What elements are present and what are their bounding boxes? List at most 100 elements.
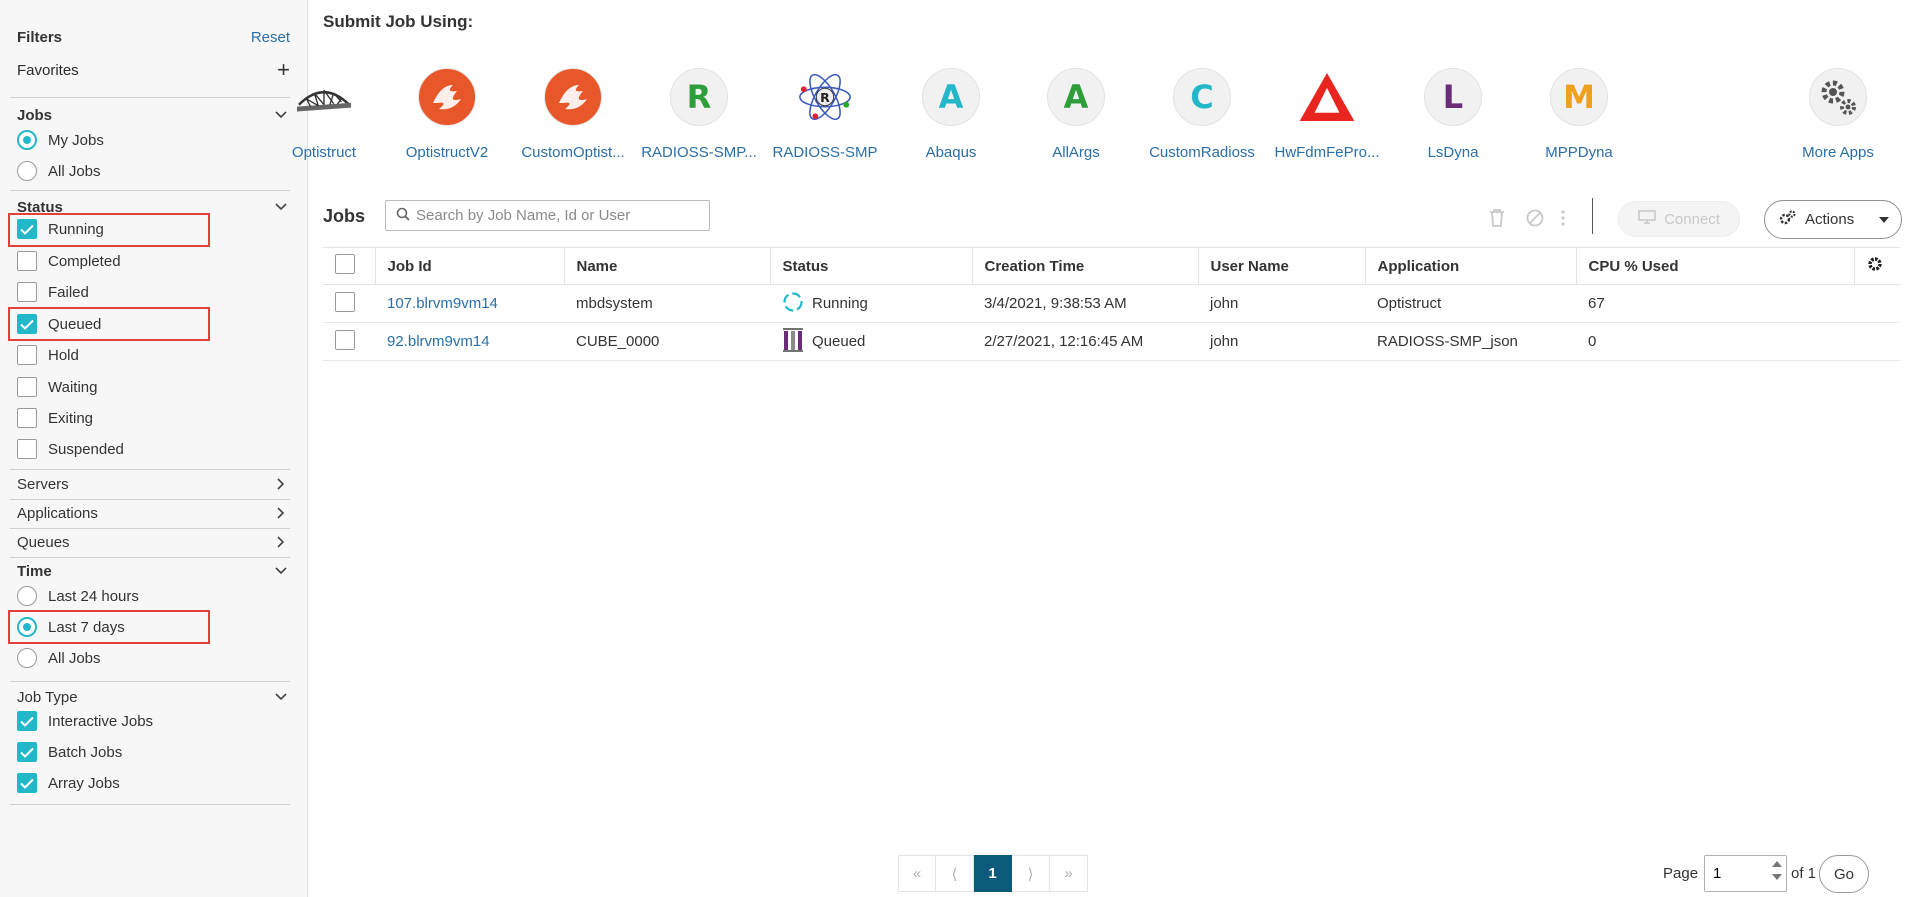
checkbox[interactable]: [17, 251, 37, 271]
column-header-job-id[interactable]: Job Id: [374, 247, 564, 285]
jobs-section-header[interactable]: Jobs: [17, 104, 290, 126]
radio-button[interactable]: [17, 130, 37, 150]
app-allargs[interactable]: A AllArgs: [1014, 68, 1138, 161]
go-button[interactable]: Go: [1819, 855, 1869, 893]
checkbox[interactable]: [17, 711, 37, 731]
favorites-label: Favorites: [17, 61, 79, 79]
status-option-suspended[interactable]: Suspended: [17, 436, 124, 462]
app-optistruct[interactable]: Optistruct: [262, 68, 386, 161]
app-radioss-smp-json[interactable]: R RADIOSS-SMP...: [637, 68, 761, 161]
chevron-down-icon[interactable]: [272, 198, 290, 216]
time-option-last-7-days[interactable]: Last 7 days: [17, 614, 125, 640]
status-option-completed[interactable]: Completed: [17, 248, 121, 274]
checkbox[interactable]: [17, 773, 37, 793]
queues-section-header[interactable]: Queues: [17, 531, 290, 553]
delete-icon[interactable]: [1487, 208, 1507, 228]
cancel-icon[interactable]: [1525, 208, 1545, 228]
app-hwfdmfepro[interactable]: HwFdmFePro...: [1265, 68, 1389, 161]
status-option-hold[interactable]: Hold: [17, 342, 79, 368]
job-type-option-interactive[interactable]: Interactive Jobs: [17, 708, 153, 734]
app-more-apps[interactable]: More Apps: [1776, 68, 1900, 161]
pagination: « ⟨ 1 ⟩ »: [898, 855, 1088, 892]
connect-button[interactable]: Connect: [1618, 201, 1740, 237]
last-page-button[interactable]: »: [1050, 855, 1088, 892]
checkbox[interactable]: [17, 408, 37, 428]
checkbox[interactable]: [17, 219, 37, 239]
next-page-button[interactable]: ⟩: [1012, 855, 1050, 892]
time-option-last-24-hours[interactable]: Last 24 hours: [17, 583, 139, 609]
chevron-down-icon[interactable]: [272, 562, 290, 580]
spin-up-icon[interactable]: [1772, 861, 1782, 867]
servers-section-header[interactable]: Servers: [17, 473, 290, 495]
status-option-exiting[interactable]: Exiting: [17, 405, 93, 431]
favorites-row[interactable]: Favorites +: [17, 58, 290, 82]
time-section-header[interactable]: Time: [17, 560, 290, 582]
status-option-running[interactable]: Running: [17, 216, 104, 242]
status-option-queued[interactable]: Queued: [17, 311, 101, 337]
first-page-button[interactable]: «: [898, 855, 936, 892]
app-radioss-smp[interactable]: R RADIOSS-SMP: [763, 68, 887, 161]
row-checkbox[interactable]: [335, 291, 355, 312]
column-settings-header[interactable]: [1853, 247, 1900, 285]
page-stepper[interactable]: [1704, 855, 1787, 892]
row-select-cell[interactable]: [323, 322, 375, 361]
status-option-failed[interactable]: Failed: [17, 279, 89, 305]
column-header-creation-time[interactable]: Creation Time: [971, 247, 1198, 285]
prev-page-button[interactable]: ⟨: [936, 855, 974, 892]
applications-section-header[interactable]: Applications: [17, 502, 290, 524]
job-type-option-array[interactable]: Array Jobs: [17, 770, 120, 796]
checkbox[interactable]: [17, 377, 37, 397]
chevron-down-icon[interactable]: [272, 688, 290, 706]
reset-link[interactable]: Reset: [251, 29, 290, 46]
app-customradioss[interactable]: C CustomRadioss: [1140, 68, 1264, 161]
page-number-button[interactable]: 1: [974, 855, 1012, 892]
job-search-box[interactable]: [385, 200, 710, 231]
app-abaqus[interactable]: A Abaqus: [889, 68, 1013, 161]
page-number-input[interactable]: [1713, 865, 1767, 882]
column-header-cpu-used[interactable]: CPU % Used: [1575, 247, 1854, 285]
column-header-user-name[interactable]: User Name: [1197, 247, 1365, 285]
status-option-waiting[interactable]: Waiting: [17, 374, 97, 400]
jobs-option-all-jobs[interactable]: All Jobs: [17, 158, 101, 184]
app-mppdyna[interactable]: M MPPDyna: [1517, 68, 1641, 161]
app-lsdyna[interactable]: L LsDyna: [1391, 68, 1515, 161]
search-icon: [396, 207, 410, 225]
chevron-right-icon[interactable]: [272, 504, 290, 522]
spin-down-icon[interactable]: [1772, 874, 1782, 880]
divider: [10, 499, 290, 500]
jobs-option-my-jobs[interactable]: My Jobs: [17, 127, 104, 153]
checkbox[interactable]: [17, 282, 37, 302]
page-spinner[interactable]: [1772, 861, 1782, 880]
job-type-section-header[interactable]: Job Type: [17, 686, 290, 708]
checkbox[interactable]: [17, 439, 37, 459]
select-all-header[interactable]: [323, 247, 375, 285]
column-header-application[interactable]: Application: [1364, 247, 1576, 285]
radio-button[interactable]: [17, 617, 37, 637]
radio-button[interactable]: [17, 648, 37, 668]
radio-button[interactable]: [17, 586, 37, 606]
chevron-right-icon[interactable]: [272, 533, 290, 551]
table-row[interactable]: 92.blrvm9vm14 CUBE_0000 Queued 2/27/2021…: [323, 322, 1900, 361]
app-customoptist[interactable]: CustomOptist...: [511, 68, 635, 161]
chevron-right-icon[interactable]: [272, 475, 290, 493]
checkbox[interactable]: [17, 345, 37, 365]
table-row[interactable]: 107.blrvm9vm14 mbdsystem Running 3/4/202…: [323, 284, 1900, 323]
app-optistructv2[interactable]: OptistructV2: [385, 68, 509, 161]
checkbox[interactable]: [17, 314, 37, 334]
row-spacer-cell: [1854, 322, 1900, 361]
column-header-name[interactable]: Name: [563, 247, 770, 285]
column-header-status[interactable]: Status: [769, 247, 972, 285]
radio-button[interactable]: [17, 161, 37, 181]
job-search-input[interactable]: [416, 207, 696, 224]
more-vertical-icon[interactable]: [1553, 208, 1573, 228]
row-select-cell[interactable]: [323, 284, 375, 323]
time-option-all-jobs[interactable]: All Jobs: [17, 645, 101, 671]
job-id-link[interactable]: 92.blrvm9vm14: [387, 333, 490, 350]
checkbox[interactable]: [17, 742, 37, 762]
job-type-option-batch[interactable]: Batch Jobs: [17, 739, 122, 765]
job-id-link[interactable]: 107.blrvm9vm14: [387, 295, 498, 312]
row-checkbox[interactable]: [335, 329, 355, 350]
select-all-checkbox[interactable]: [335, 254, 355, 274]
gear-icon[interactable]: [1867, 257, 1883, 276]
actions-button[interactable]: Actions: [1764, 200, 1902, 239]
